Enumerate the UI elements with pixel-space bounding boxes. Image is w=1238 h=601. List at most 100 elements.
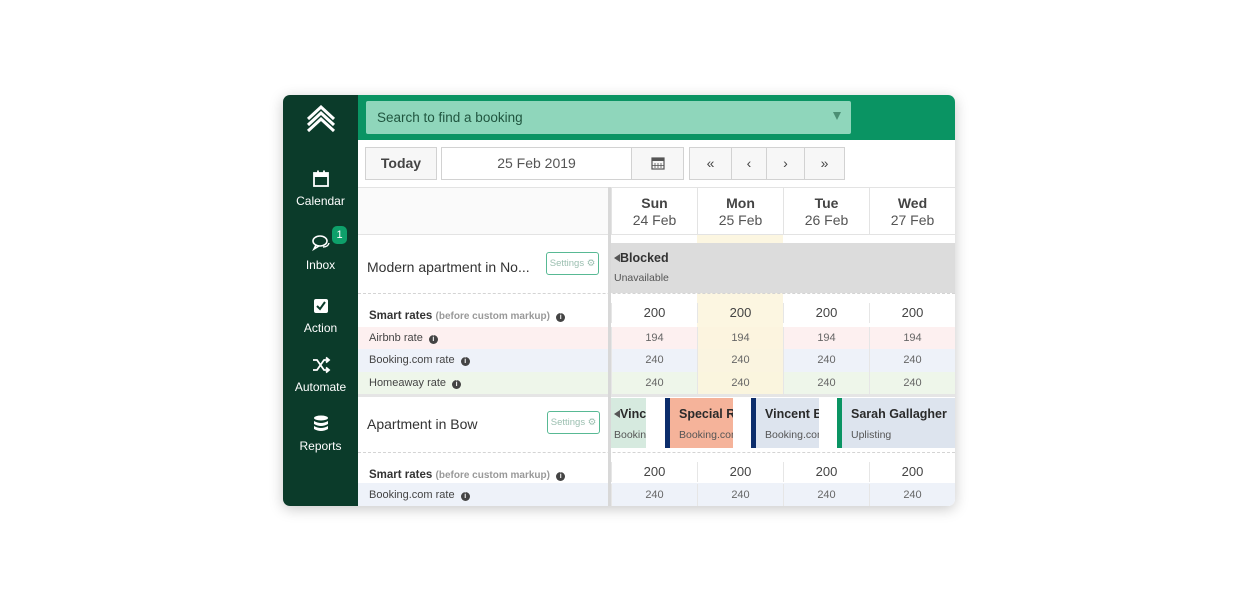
sidebar-item-label: Automate [294, 380, 347, 394]
info-icon[interactable]: i [460, 492, 470, 501]
checkbox-icon [313, 299, 328, 313]
info-icon[interactable]: i [452, 380, 462, 389]
smart-rate-cell[interactable]: 200 [697, 303, 783, 323]
date-field[interactable]: 25 Feb 2019 [441, 147, 632, 180]
blocked-booking[interactable]: Blocked Unavailable [611, 243, 955, 293]
settings-button[interactable]: Settings ⚙ [546, 252, 599, 275]
sidebar-item-label: Reports [299, 439, 342, 453]
homeaway-rate-title: Homeaway rate [369, 377, 447, 389]
booking-source: Booking [614, 429, 646, 441]
airbnb-rate-cell[interactable]: 194 [783, 327, 869, 349]
booking-guest: Sarah Gallagher [851, 407, 947, 421]
booking-source: Booking.com [679, 429, 733, 441]
smart-rates-label: Smart rates (before custom markup) i [358, 310, 608, 322]
booking-source: Uplisting [851, 429, 892, 441]
day-header-mon: Mon 25 Feb [697, 187, 783, 235]
app-window: Calendar Inbox 1 Action Automate Reports… [283, 95, 955, 506]
chat-icon [311, 235, 330, 252]
booking-rate-label: Booking.com rate i [358, 354, 608, 366]
booking-rate-cell[interactable]: 240 [611, 349, 697, 372]
homeaway-rate-cell[interactable]: 240 [697, 372, 783, 394]
sidebar-item-automate[interactable]: Automate [283, 355, 358, 394]
booking-block[interactable]: Special Re Booking.com [665, 398, 733, 448]
day-header-sun: Sun 24 Feb [611, 187, 697, 235]
smart-rate-cell[interactable]: 200 [869, 303, 955, 323]
smart-rates-title: Smart rates [369, 310, 433, 322]
booking-source: Booking.com [765, 429, 819, 441]
day-date: 27 Feb [890, 212, 935, 228]
info-icon[interactable]: i [556, 472, 566, 481]
smart-rate-cell[interactable]: 200 [783, 462, 869, 482]
booking-block[interactable]: Sarah Gallagher Uplisting [837, 398, 955, 448]
calendar-toolbar: Today 25 Feb 2019 « ‹ › » [358, 140, 955, 187]
last-page-button[interactable]: » [804, 147, 845, 180]
booking-rate-cell[interactable]: 240 [697, 484, 783, 506]
smart-rates-title: Smart rates [369, 469, 433, 481]
booking-guest: Vincent B [765, 407, 819, 421]
smart-rate-cell[interactable]: 200 [783, 303, 869, 323]
booking-rate-label: Booking.com rate i [358, 489, 608, 501]
booking-block[interactable]: Vince Booking [611, 398, 646, 448]
chevron-down-icon[interactable] [833, 112, 841, 120]
day-name: Tue [814, 195, 839, 211]
sidebar-item-reports[interactable]: Reports [283, 414, 358, 453]
gear-icon: ⚙ [587, 417, 597, 428]
sidebar-item-label: Inbox [305, 258, 336, 272]
settings-label: Settings [549, 258, 585, 269]
smart-rate-cell[interactable]: 200 [611, 462, 697, 482]
homeaway-rate-cell[interactable]: 240 [611, 372, 697, 394]
booking-rate-cell[interactable]: 240 [611, 484, 697, 506]
info-icon[interactable]: i [428, 335, 438, 344]
database-icon [313, 415, 328, 431]
info-icon[interactable]: i [460, 357, 470, 366]
top-bar: Search to find a booking [358, 95, 955, 140]
booking-rate-cell[interactable]: 240 [783, 484, 869, 506]
homeaway-rate-cell[interactable]: 240 [783, 372, 869, 394]
calendar-icon [650, 157, 665, 170]
today-button[interactable]: Today [365, 147, 437, 180]
smart-rate-cell[interactable]: 200 [869, 462, 955, 482]
first-page-button[interactable]: « [689, 147, 732, 180]
sidebar-item-label: Calendar [296, 194, 345, 208]
sidebar-item-label: Action [303, 321, 338, 335]
smart-rates-subtitle: (before custom markup) [435, 311, 550, 322]
calendar-icon [312, 170, 329, 187]
smart-rates-label: Smart rates (before custom markup) i [358, 469, 608, 481]
sidebar-item-action[interactable]: Action [283, 296, 358, 335]
date-picker-button[interactable] [631, 147, 684, 180]
booking-rate-cell[interactable]: 240 [869, 484, 955, 506]
smart-rate-cell[interactable]: 200 [697, 462, 783, 482]
airbnb-rate-cell[interactable]: 194 [869, 327, 955, 349]
smart-rate-cell[interactable]: 200 [611, 303, 697, 323]
row-divider [358, 452, 955, 453]
booking-rate-cell[interactable]: 240 [869, 349, 955, 372]
search-placeholder: Search to find a booking [377, 110, 523, 125]
sidebar-item-calendar[interactable]: Calendar [283, 169, 358, 208]
calendar-grid: Sun 24 Feb Mon 25 Feb Tue 26 Feb Wed 27 … [358, 187, 955, 506]
airbnb-rate-cell[interactable]: 194 [697, 327, 783, 349]
day-name: Wed [897, 195, 928, 211]
inbox-count-badge: 1 [332, 226, 347, 244]
booking-block[interactable]: Vincent B Booking.com [751, 398, 819, 448]
day-date: 25 Feb [718, 212, 763, 228]
previous-button[interactable]: ‹ [731, 147, 767, 180]
airbnb-rate-title: Airbnb rate [369, 332, 423, 344]
settings-button[interactable]: Settings ⚙ [547, 411, 600, 434]
info-icon[interactable]: i [556, 313, 566, 322]
blocked-subtitle: Unavailable [614, 272, 669, 284]
homeaway-rate-label: Homeaway rate i [358, 377, 608, 389]
day-name: Mon [726, 195, 755, 211]
homeaway-rate-cell[interactable]: 240 [869, 372, 955, 394]
booking-guest: Special Re [679, 407, 733, 421]
sidebar: Calendar Inbox 1 Action Automate Reports [283, 95, 358, 506]
airbnb-rate-cell[interactable]: 194 [611, 327, 697, 349]
sidebar-item-inbox[interactable]: Inbox 1 [283, 226, 358, 272]
search-input[interactable]: Search to find a booking [366, 101, 851, 134]
next-button[interactable]: › [766, 147, 805, 180]
day-name: Sun [641, 195, 668, 211]
smart-rates-subtitle: (before custom markup) [435, 470, 550, 481]
shuffle-icon [312, 356, 330, 374]
booking-rate-cell[interactable]: 240 [697, 349, 783, 372]
logo-icon[interactable] [305, 105, 337, 133]
booking-rate-cell[interactable]: 240 [783, 349, 869, 372]
